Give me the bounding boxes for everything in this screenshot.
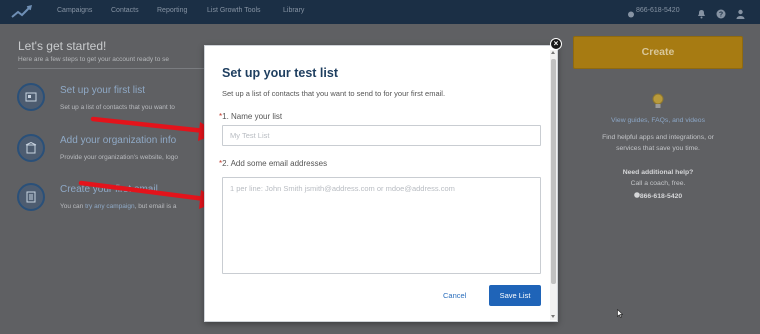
save-list-button[interactable]: Save List xyxy=(489,285,541,306)
list-name-label-text: 1. Name your list xyxy=(222,112,283,121)
email-addresses-label-text: 2. Add some email addresses xyxy=(222,159,328,168)
close-modal-button[interactable]: × xyxy=(550,38,562,50)
scroll-thumb[interactable] xyxy=(551,59,556,284)
test-list-modal: Set up your test list Set up a list of c… xyxy=(204,45,558,322)
modal-scrollbar[interactable] xyxy=(550,50,557,320)
arrow-to-list-name xyxy=(90,116,218,141)
scroll-up-arrow-icon[interactable] xyxy=(551,51,555,54)
modal-title: Set up your test list xyxy=(222,66,338,80)
modal-description: Set up a list of contacts that you want … xyxy=(222,89,446,98)
mouse-cursor-icon xyxy=(617,309,623,318)
list-name-input[interactable] xyxy=(222,125,541,146)
scroll-down-arrow-icon[interactable] xyxy=(551,315,555,318)
arrow-to-email-addresses xyxy=(78,180,219,209)
list-name-label: *1. Name your list xyxy=(219,112,282,121)
cancel-button[interactable]: Cancel xyxy=(443,291,466,300)
email-addresses-textarea[interactable] xyxy=(222,177,541,274)
email-addresses-label: *2. Add some email addresses xyxy=(219,159,327,168)
